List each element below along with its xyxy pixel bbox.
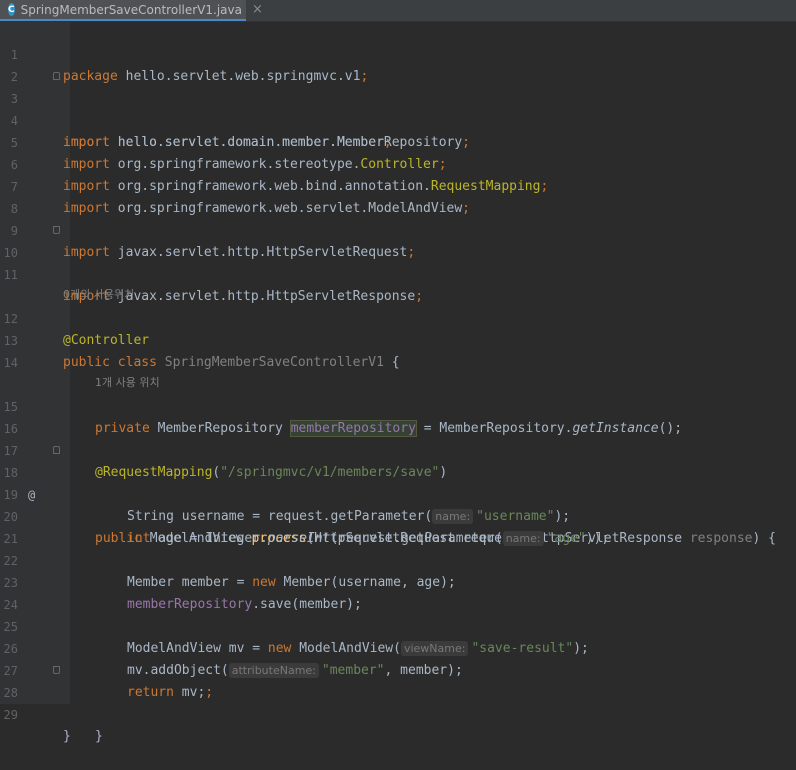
- code-line-19: 19 String username = request.getParamete…: [0, 462, 796, 524]
- java-class-icon: C: [8, 3, 15, 16]
- usage-hint-class[interactable]: 0개의 사용위치: [0, 264, 796, 301]
- code-line-16: 16: [0, 396, 796, 436]
- vertical-scrollbar[interactable]: [792, 22, 796, 704]
- line-number: 29: [3, 708, 18, 722]
- fold-icon[interactable]: [53, 666, 60, 674]
- code-line-18: 18 @ public ModelAndView process(HttpSer…: [0, 440, 796, 546]
- code-line-14: 14: [0, 330, 796, 370]
- usage-hint-field[interactable]: 1개 사용 위치: [0, 352, 796, 389]
- code-line-21: 21: [0, 506, 796, 546]
- editor-tab-bar: C SpringMemberSaveControllerV1.java ×: [0, 0, 796, 22]
- code-line-5: 5 import org.springframework.stereotype.…: [0, 110, 796, 172]
- code-line-8: 8: [0, 176, 796, 216]
- code-line-23: 23 memberRepository.save(member);: [0, 550, 796, 612]
- code-line-7: 7 import org.springframework.web.servlet…: [0, 154, 796, 216]
- fold-icon[interactable]: [53, 72, 60, 80]
- code-line-24: 24: [0, 572, 796, 612]
- code-line-22: 22 Member member = new Member(username, …: [0, 528, 796, 590]
- close-icon[interactable]: ×: [252, 2, 263, 17]
- tab-spring-member-save-controller[interactable]: C SpringMemberSaveControllerV1.java ×: [0, 0, 263, 21]
- code-line-4: 4 import hello.servlet.domain.member.Mem…: [0, 88, 796, 150]
- code-line-27: 27 return mv;;: [0, 638, 796, 700]
- code-line-3: 3 import hello.servlet.domain.member.Mem…: [0, 66, 796, 150]
- code-line-29: 29 }: [0, 682, 796, 744]
- code-line-12: 12 @Controller: [0, 286, 796, 348]
- code-line-17: 17 @RequestMapping("/springmvc/v1/member…: [0, 418, 796, 480]
- fold-icon[interactable]: [53, 446, 60, 454]
- code-line-1: 1 package hello.servlet.web.springmvc.v1…: [0, 22, 796, 84]
- code-editor[interactable]: 1 package hello.servlet.web.springmvc.v1…: [0, 22, 796, 744]
- code-line-25: 25 ModelAndView mv = new ModelAndView(vi…: [0, 594, 796, 656]
- code-line-26: 26 mv.addObject(attributeName: "member", …: [0, 616, 796, 678]
- code-line-9: 9 import javax.servlet.http.HttpServletR…: [0, 198, 796, 260]
- code-line-20: 20 int age = Integer.parseInt(request.ge…: [0, 484, 796, 546]
- code-line-28: 28 }: [0, 660, 796, 744]
- code-line-10: 10 import javax.servlet.http.HttpServlet…: [0, 220, 796, 304]
- tab-title: SpringMemberSaveControllerV1.java: [20, 2, 242, 17]
- fold-icon[interactable]: [53, 226, 60, 234]
- code-line-13: 13 public class SpringMemberSaveControll…: [0, 308, 796, 370]
- code-line-6: 6 import org.springframework.web.bind.an…: [0, 132, 796, 194]
- code-line-2: 2: [0, 44, 796, 84]
- code-line-11: 11: [0, 242, 796, 282]
- code-line-15: 15 private MemberRepository memberReposi…: [0, 374, 796, 437]
